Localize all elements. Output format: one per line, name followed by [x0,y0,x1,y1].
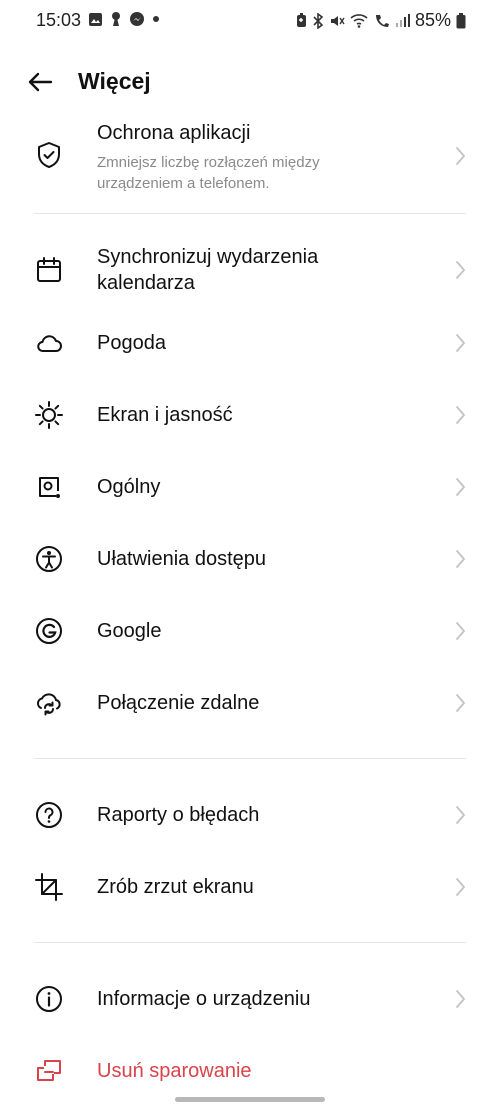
shield-icon [38,142,60,168]
chevron-right-icon [456,147,465,165]
item-label: Ekran i jasność [97,404,233,426]
calendar-icon [37,257,61,282]
list-item-remote[interactable]: Połączenie zdalne [0,676,500,730]
app-header: Więcej [0,56,500,110]
item-label: Ochrona aplikacji [97,122,251,144]
list-item-calendar-sync[interactable]: Synchronizuj wydarzenia kalendarza [0,236,500,306]
list-item-screenshot[interactable]: Zrób zrzut ekranu [0,860,500,914]
sun-icon [35,401,63,429]
chevron-right-icon [456,878,465,896]
signal-icon [395,14,410,27]
chevron-right-icon [456,406,465,424]
chevron-right-icon [456,990,465,1008]
list-item-display[interactable]: Ekran i jasność [0,388,500,442]
general-settings-icon [39,477,60,498]
chevron-right-icon [456,550,465,568]
item-description: Zmniejsz liczbę rozłączeń między urządze… [97,154,320,192]
unpair-icon [37,1060,61,1081]
mute-icon [330,15,345,26]
cloud-sync-icon [36,693,61,716]
cloud-icon [37,335,62,352]
divider [34,213,466,214]
status-time: 15:03 [36,10,82,30]
item-label: Usuń sparowanie [97,1060,252,1082]
wifi-icon [350,14,368,28]
chevron-right-icon [456,622,465,640]
list-item-app-protection[interactable]: Ochrona aplikacji Zmniejsz liczbę rozłąc… [0,118,500,202]
item-label: Informacje o urządzeniu [97,988,311,1010]
battery-percent: 85% [414,10,451,30]
crop-icon [35,873,63,901]
keyhole-icon [112,12,120,26]
item-label: Pogoda [97,332,166,354]
page-title: Więcej [78,68,151,94]
battery-icon [456,12,466,28]
list-item-device-info[interactable]: Informacje o urządzeniu [0,972,500,1026]
list-item-general[interactable]: Ogólny [0,460,500,514]
image-icon [89,12,102,26]
google-icon [36,618,62,644]
item-label: Google [97,620,162,642]
item-label: Raporty o błędach [97,804,260,826]
home-indicator[interactable] [175,1097,325,1102]
bluetooth-icon [313,12,324,29]
back-arrow-icon[interactable] [24,66,56,98]
chevron-right-icon [456,261,465,279]
list-item-accessibility[interactable]: Ułatwienia dostępu [0,532,500,586]
list-item-weather[interactable]: Pogoda [0,316,500,370]
chevron-right-icon [456,478,465,496]
unpair-button[interactable]: Usuń sparowanie [0,1044,500,1098]
divider [34,758,466,759]
question-icon [36,802,62,828]
info-icon [36,986,62,1012]
wifi-call-icon [375,14,389,27]
divider [34,942,466,943]
accessibility-icon [36,546,62,572]
chevron-right-icon [456,806,465,824]
item-label: Ogólny [97,476,161,498]
status-bar: 15:03 85% [0,0,500,42]
item-label: Ułatwienia dostępu [97,548,266,570]
item-label: Synchronizuj wydarzenia kalendarza [97,246,319,294]
list-item-google[interactable]: Google [0,604,500,658]
list-item-bug-report[interactable]: Raporty o błędach [0,788,500,842]
messenger-icon [130,12,144,26]
chevron-right-icon [456,694,465,712]
item-label: Zrób zrzut ekranu [97,876,254,898]
item-label: Połączenie zdalne [97,692,260,714]
dot-icon [153,16,159,22]
chevron-right-icon [456,334,465,352]
battery-saver-icon [296,13,306,27]
